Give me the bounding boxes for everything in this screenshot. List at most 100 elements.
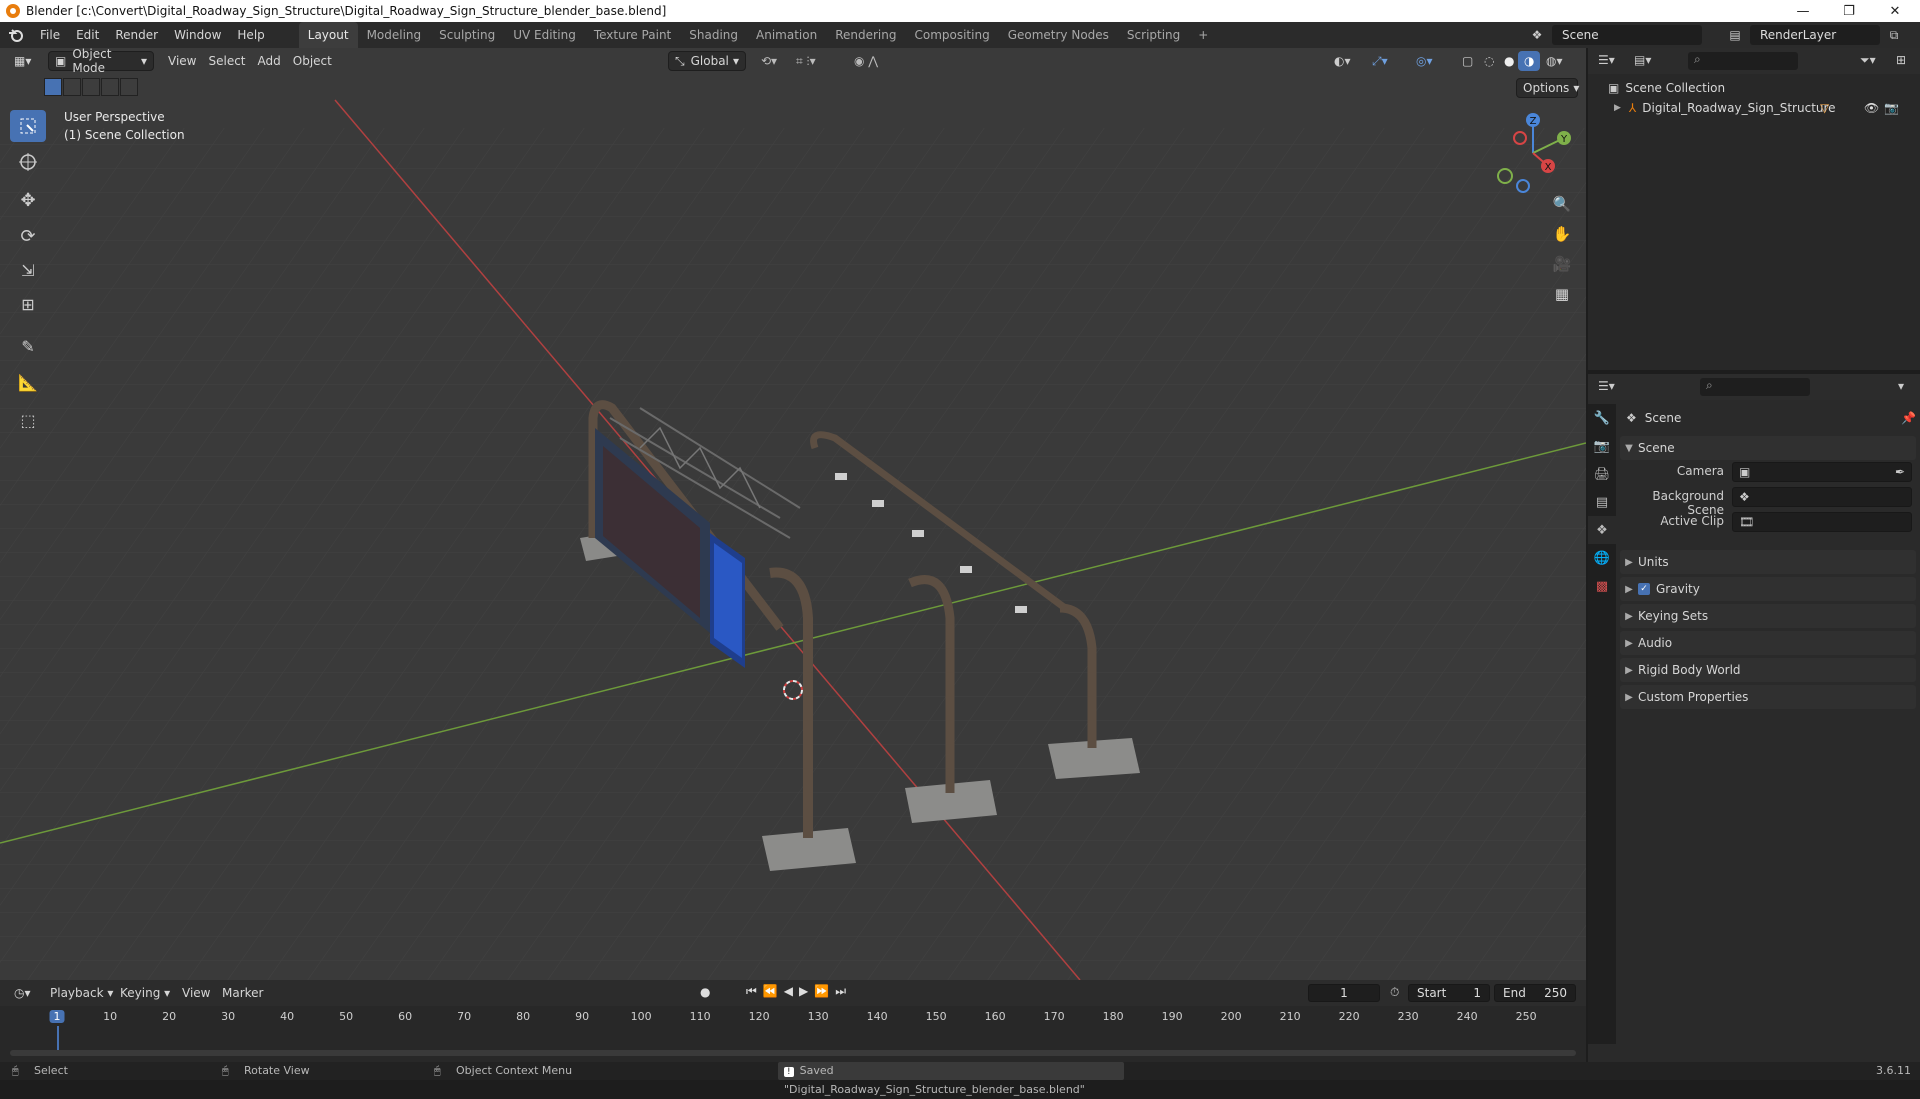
annotate-tool-icon[interactable]: ✎ [10,330,46,362]
viewport-menu-view[interactable]: View [162,51,202,71]
world-tab-icon[interactable]: 🌐 [1588,544,1616,572]
minimize-button[interactable]: — [1780,0,1826,22]
expand-chevron-icon[interactable]: ▶ [1614,103,1621,113]
timeline-scrollbar[interactable] [10,1050,1576,1056]
select-extend-icon[interactable] [63,78,81,96]
tab-geometry-nodes[interactable]: Geometry Nodes [999,22,1118,48]
measure-tool-icon[interactable]: 📐 [10,366,46,398]
tab-texture-paint[interactable]: Texture Paint [585,22,680,48]
viewport-menu-select[interactable]: Select [202,51,251,71]
select-intersect-icon[interactable] [120,78,138,96]
output-tab-icon[interactable]: 🖨 [1588,460,1616,488]
frame-ruler[interactable]: 1 10 20 30 40 50 60 70 80 90 100 110 120 130 140 150 160… [0,1008,1586,1054]
jump-start-icon[interactable]: ⏮ [746,984,763,998]
start-frame-field[interactable]: Start 1 [1408,984,1490,1002]
overlay-toggle-icon[interactable]: ◎▾ [1410,51,1439,71]
blender-menu-icon[interactable] [0,27,32,43]
active-clip-field[interactable]: 🎞 [1732,512,1912,532]
pan-view-icon[interactable]: ✋ [1548,220,1576,248]
camera-field[interactable]: ▣ ✒ [1732,462,1912,482]
viewport-menu-add[interactable]: Add [252,51,287,71]
menu-file[interactable]: File [32,22,68,48]
properties-options-icon[interactable]: ▾ [1898,379,1904,393]
outliner-search-input[interactable]: ⌕ [1688,52,1798,70]
proportional-edit-icon[interactable]: ◉ ⋀ [848,51,884,71]
eyedropper-icon[interactable]: ✒ [1895,465,1905,479]
display-mode-icon[interactable]: ▤▾ [1634,53,1651,67]
next-keyframe-icon[interactable]: ⏩ [814,984,835,998]
rigid-body-world-panel-header[interactable]: ▶ Rigid Body World [1620,658,1916,682]
use-preview-range-icon[interactable]: ⏱ [1390,985,1399,1000]
tab-scripting[interactable]: Scripting [1118,22,1189,48]
outliner-item[interactable]: ▶ ⅄ Digital_Roadway_Sign_Structure ▽ 👁 📷 [1614,98,1914,118]
pivot-icon[interactable]: ⟲▾ [755,51,783,71]
view-layer-tab-icon[interactable]: ▤ [1588,488,1616,516]
options-dropdown[interactable]: Options ▾ [1516,78,1579,98]
tab-uv-editing[interactable]: UV Editing [504,22,585,48]
tool-tab-icon[interactable]: 🔧 [1588,404,1616,432]
menu-edit[interactable]: Edit [68,22,107,48]
rotate-tool-icon[interactable]: ⟳ [10,220,46,252]
render-tab-icon[interactable]: 📷 [1588,432,1616,460]
visibility-icon[interactable]: ◐▾ [1328,51,1357,71]
audio-panel-header[interactable]: ▶ Audio [1620,631,1916,655]
tab-sculpting[interactable]: Sculpting [430,22,504,48]
keying-sets-panel-header[interactable]: ▶ Keying Sets [1620,604,1916,628]
play-reverse-icon[interactable]: ◀ [784,984,799,998]
visibility-eye-icon[interactable]: 👁 [1864,101,1879,115]
record-icon[interactable]: ● [700,985,710,999]
end-frame-field[interactable]: End 250 [1494,984,1576,1002]
current-frame-field[interactable]: 1 [1308,984,1380,1002]
outliner-editor-type-icon[interactable]: ☰▾ [1598,53,1615,67]
menu-render[interactable]: Render [107,22,166,48]
navigation-gizmo[interactable]: Z Y X [1488,108,1578,198]
snap-icon[interactable]: ⌗ ⫶▾ [790,51,822,71]
select-subtract-icon[interactable] [82,78,100,96]
ortho-toggle-icon[interactable]: ▦ [1548,280,1576,308]
new-view-layer-icon[interactable]: ⧉ [1884,25,1904,45]
camera-view-icon[interactable]: 🎥 [1548,250,1576,278]
marker-menu[interactable]: Marker [216,983,269,1003]
texture-tab-icon[interactable]: ▩ [1588,572,1616,600]
scene-tab-icon[interactable]: ❖ [1588,516,1616,544]
keying-menu[interactable]: Keying ▾ [114,983,176,1003]
shading-material-icon[interactable]: ◑ [1518,51,1541,71]
filter-icon[interactable]: ⏷▾ [1860,53,1876,68]
menu-help[interactable]: Help [229,22,272,48]
maximize-button[interactable]: ❐ [1826,0,1872,22]
play-icon[interactable]: ▶ [799,984,814,998]
add-cube-tool-icon[interactable]: ⬚ [10,404,46,436]
add-workspace-button[interactable]: + [1189,22,1217,48]
mode-dropdown[interactable]: ▣ Object Mode ▾ [48,48,154,75]
gizmo-toggle-icon[interactable]: ⤢▾ [1366,51,1394,71]
close-button[interactable]: ✕ [1872,0,1918,22]
properties-search-input[interactable]: ⌕ [1700,378,1810,396]
timeline-view-menu[interactable]: View [176,983,216,1003]
select-box-tool-icon[interactable] [10,110,46,142]
scene-selector-icon[interactable]: ❖ [1524,25,1550,45]
gravity-checkbox[interactable]: ✓ [1638,583,1650,595]
properties-editor-type-icon[interactable]: ☰▾ [1598,379,1615,393]
select-invert-icon[interactable] [101,78,119,96]
shading-rendered-icon[interactable]: ◍▾ [1540,51,1569,71]
tab-layout[interactable]: Layout [298,22,358,48]
prev-keyframe-icon[interactable]: ⏪ [763,984,784,998]
custom-properties-panel-header[interactable]: ▶ Custom Properties [1620,685,1916,709]
3d-viewport[interactable]: ▦▾ ▣ Object Mode ▾ View Select Add Object … [0,48,1586,980]
view-layer-name-field[interactable]: RenderLayer [1750,25,1880,45]
zoom-view-icon[interactable]: 🔍 [1548,190,1576,218]
outliner-root-row[interactable]: ▣ Scene Collection [1608,78,1908,98]
xray-toggle-icon[interactable]: ▢ [1456,51,1479,71]
select-new-icon[interactable] [44,78,62,96]
scene-panel-header[interactable]: ▼ Scene [1620,436,1916,460]
transform-orientation-dropdown[interactable]: ⤡ Global ▾ [668,51,746,71]
background-scene-field[interactable]: ❖ [1732,487,1912,507]
tab-rendering[interactable]: Rendering [826,22,905,48]
cursor-tool-icon[interactable] [10,146,46,178]
view-layer-icon[interactable]: ▤ [1722,25,1748,45]
tab-animation[interactable]: Animation [747,22,826,48]
scene-name-field[interactable]: Scene [1552,25,1702,45]
move-tool-icon[interactable]: ✥ [10,184,46,216]
playback-menu[interactable]: Playback ▾ [44,983,119,1003]
tab-modeling[interactable]: Modeling [358,22,431,48]
